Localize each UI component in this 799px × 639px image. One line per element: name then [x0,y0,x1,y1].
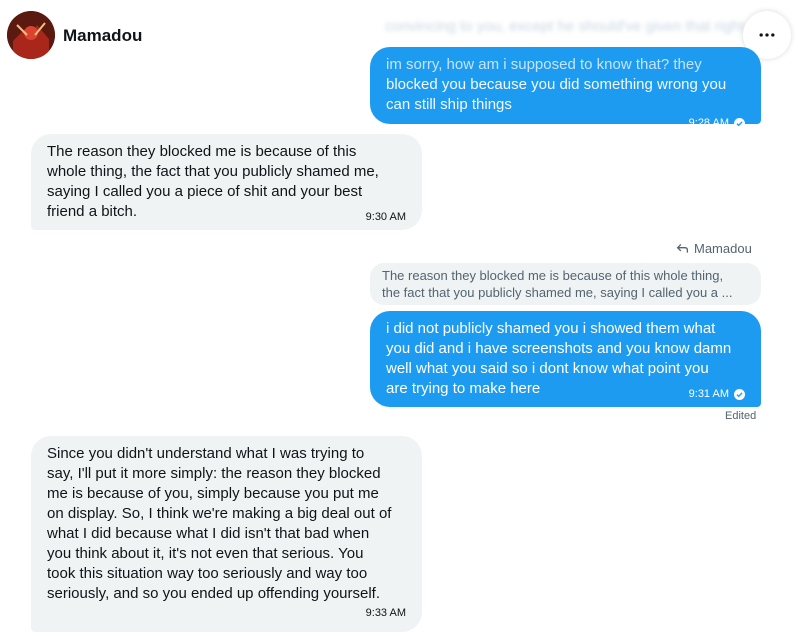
edited-label: Edited [725,410,757,422]
message-text-line: what I did because what I did isn't that… [47,525,370,542]
message-text-line: seriously, and so you ended up offending… [47,585,381,602]
message-text-line: The reason they blocked me is because of… [47,143,357,160]
message-bubble-incoming[interactable]: The reason they blocked me is because of… [31,134,422,230]
faded-message-preview: convincing to you, except he should've g… [385,18,745,35]
reply-to-name: Mamadou [694,241,752,256]
message-bubble-outgoing[interactable]: im sorry, how am i supposed to know that… [370,47,761,129]
contact-name[interactable]: Mamadou [63,26,142,46]
more-horizontal-icon [759,33,775,37]
quoted-text-line: the fact that you publicly shamed me, sa… [382,285,733,300]
message-text-line: well what you said so i dont know what p… [386,360,709,377]
message-text-line: whole thing, the fact that you publicly … [47,163,379,180]
message-bubble-outgoing[interactable]: i did not publicly shamed you i showed t… [370,311,761,407]
message-meta: 9:33 AM [47,606,406,620]
message-meta: 9:28 AM [386,116,745,130]
message-text-line: me is because of you, simply because you… [47,485,379,502]
message-text-line: you did and i have screenshots and you k… [386,340,732,357]
sent-check-icon [734,388,745,400]
message-text-line: blocked you because you did something wr… [386,76,727,93]
reply-arrow-icon [676,243,689,253]
message-text-line: saying I called you a piece of shit and … [47,183,363,200]
quoted-message[interactable]: The reason they blocked me is because of… [370,263,761,305]
reply-context-label: Mamadou [676,241,752,256]
message-text-line: you think about it, it's not even that s… [47,545,364,562]
quoted-text-line: The reason they blocked me is because of… [382,268,724,283]
message-time: 9:33 AM [365,607,406,619]
message-text-line: on display. So, I think we're making a b… [47,505,392,522]
message-text-line: say, I'll put it more simply: the reason… [47,465,381,482]
message-text-line: can still ship things [386,96,512,113]
message-time: 9:31 AM [688,388,729,400]
message-text-line: took this situation way too seriously an… [47,565,368,582]
message-text-line: im sorry, how am i supposed to know that… [386,56,702,73]
message-time: 9:30 AM [365,211,406,223]
message-text-line: Since you didn't understand what I was t… [47,445,365,462]
avatar[interactable] [7,11,55,59]
message-bubble-incoming[interactable]: Since you didn't understand what I was t… [31,436,422,632]
sent-check-icon [734,117,745,129]
message-time: 9:28 AM [688,117,729,129]
message-text-line: i did not publicly shamed you i showed t… [386,320,716,337]
